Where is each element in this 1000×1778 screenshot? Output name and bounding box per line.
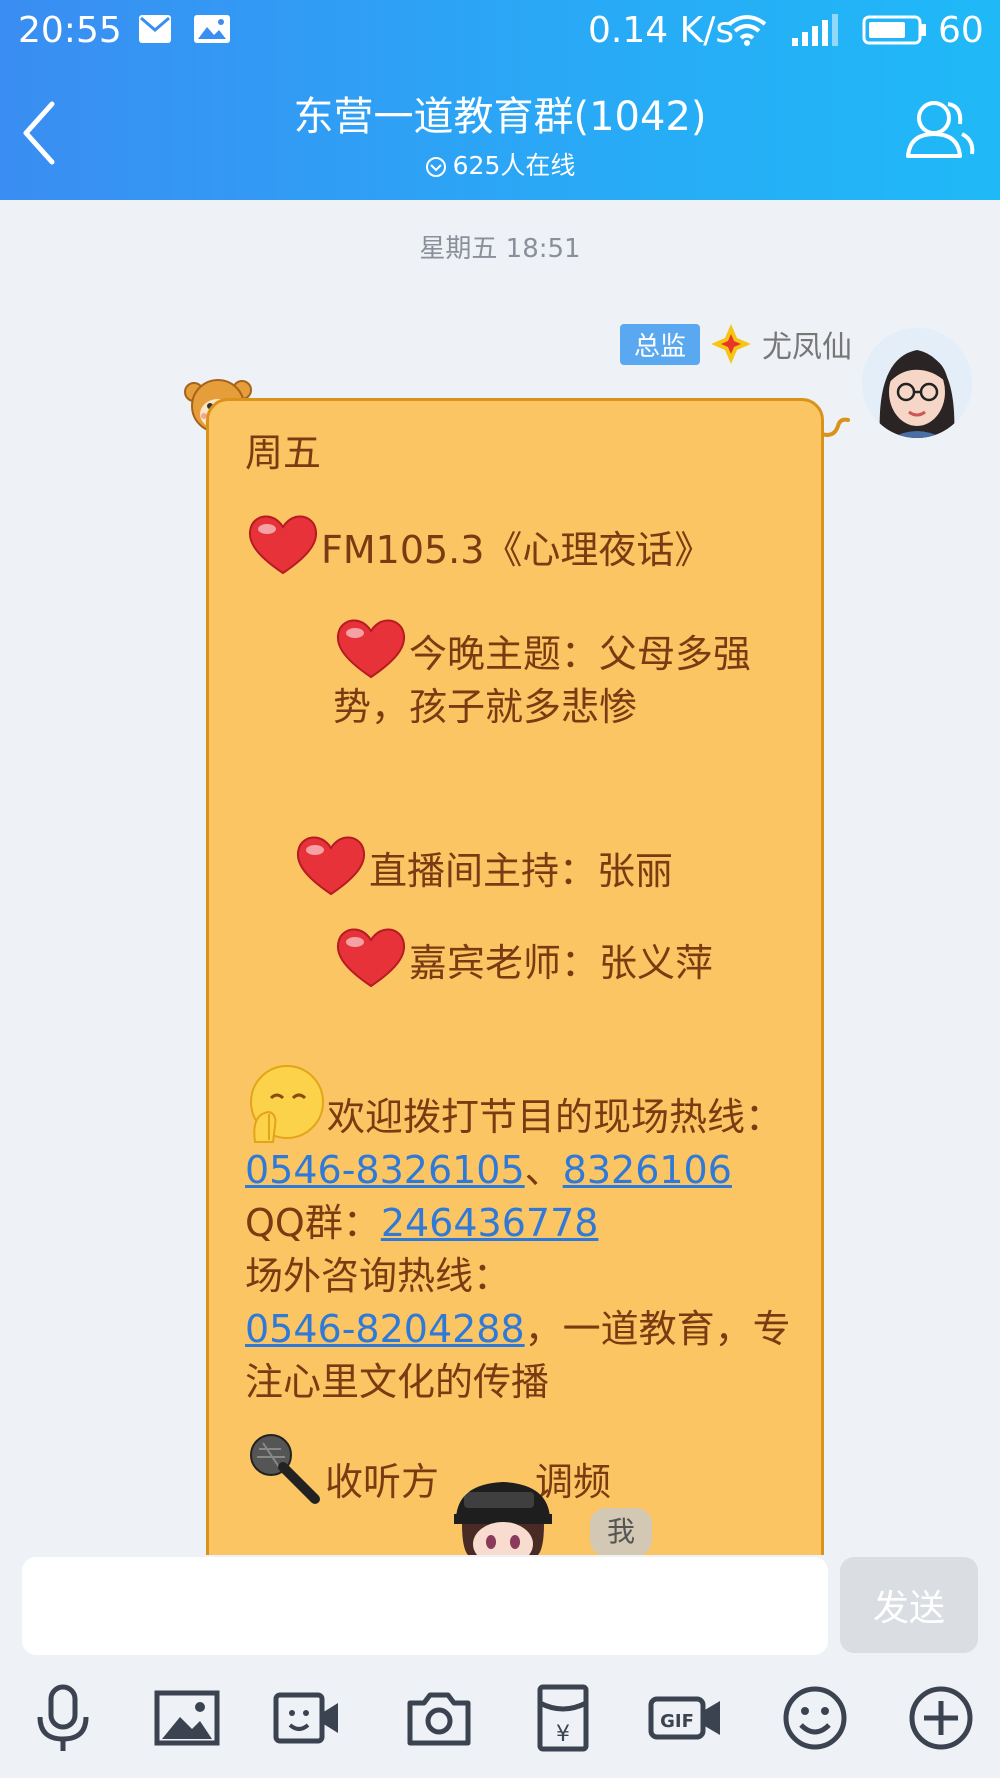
- image-notification-icon: [194, 15, 230, 43]
- message-timestamp: 星期五 18:51: [419, 234, 581, 264]
- heart-icon: [248, 515, 318, 575]
- heart-icon: [336, 619, 406, 679]
- heart-icon: [296, 836, 366, 896]
- message-input[interactable]: [22, 1557, 828, 1655]
- microphone-icon[interactable]: [28, 1683, 98, 1753]
- battery-icon: [862, 15, 926, 45]
- msg-line-guest: 嘉宾老师：张义萍: [245, 926, 795, 990]
- video-icon[interactable]: [272, 1683, 342, 1753]
- role-badge: 总监: [619, 323, 700, 365]
- image-icon[interactable]: [152, 1683, 222, 1753]
- shush-emoji-icon: [250, 1065, 324, 1143]
- svg-text:GIF: GIF: [660, 1711, 694, 1732]
- hotline-separator: 、: [524, 1148, 563, 1192]
- msg-line-host: 直播间主持：张丽: [245, 834, 795, 898]
- group-title: 东营一道教育群(1042): [293, 94, 707, 140]
- listen-text-a: 收听方: [325, 1460, 440, 1504]
- plus-icon[interactable]: [906, 1683, 976, 1753]
- wifi-icon: [727, 15, 767, 46]
- msg-line-consult: 场外咨询热线： 0546-8204288，一道教育，专注心里文化的传播: [245, 1250, 795, 1409]
- chat-area[interactable]: 星期五 18:51 总监 尤凤仙 周五 FM105.3《心理夜话》 今晚主题：父…: [0, 200, 1000, 1555]
- status-bar: 20:55 0.14 K/s 60: [0, 0, 1000, 60]
- guest-text: 嘉宾老师：张义萍: [409, 941, 714, 985]
- status-network-speed: 0.14 K/s: [588, 10, 735, 51]
- rank-star-icon: [711, 324, 751, 364]
- consult-label: 场外咨询热线：: [245, 1254, 512, 1298]
- hotline-link-2[interactable]: 8326106: [563, 1148, 732, 1192]
- hotline-link-1[interactable]: 0546-8326105: [245, 1148, 525, 1192]
- welcome-text: 欢迎拨打节目的现场热线：: [327, 1095, 784, 1139]
- signal-icon: [792, 14, 838, 46]
- message-bubble[interactable]: 周五 FM105.3《心理夜话》 今晚主题：父母多强势，孩子就多悲惨 直播间主持…: [206, 398, 824, 1555]
- status-time: 20:55: [18, 10, 122, 51]
- online-indicator-icon: [425, 157, 446, 177]
- msg-line-topic-heart: 今晚主题：父母多强势，孩子就多悲惨: [245, 617, 795, 734]
- qq-group-link[interactable]: 246436778: [381, 1201, 599, 1245]
- msg-line-qq: QQ群：246436778: [245, 1197, 795, 1250]
- floating-girl-sticker[interactable]: [448, 1478, 558, 1555]
- red-packet-icon[interactable]: ¥: [528, 1683, 598, 1753]
- station-text: FM105.3《心理夜话》: [321, 528, 713, 572]
- host-text: 直播间主持：张丽: [369, 849, 674, 893]
- sender-info: 总监 尤凤仙: [619, 322, 852, 366]
- svg-text:¥: ¥: [556, 1722, 570, 1747]
- online-count-text: 625人在线: [452, 151, 576, 180]
- battery-percentage: 60: [938, 10, 984, 51]
- sender-name[interactable]: 尤凤仙: [762, 322, 852, 366]
- group-members-icon[interactable]: [904, 94, 976, 166]
- consult-hotline-link[interactable]: 0546-8204288: [245, 1307, 525, 1351]
- heart-icon: [336, 928, 406, 988]
- app-header: 20:55 0.14 K/s 60 东营一道教育群(1042) 625人在线: [0, 0, 1000, 200]
- me-badge[interactable]: 我: [590, 1508, 652, 1555]
- msg-line-welcome: 欢迎拨打节目的现场热线： 0546-8326105、8326106: [245, 1062, 795, 1197]
- camera-icon[interactable]: [404, 1683, 474, 1753]
- sender-avatar[interactable]: [862, 328, 972, 438]
- msg-line-station: FM105.3《心理夜话》: [245, 513, 795, 577]
- bubble-tail-decoration: [820, 417, 850, 437]
- microphone-emoji-icon: [250, 1434, 320, 1504]
- qq-label: QQ群：: [245, 1201, 381, 1245]
- send-button[interactable]: 发送: [840, 1557, 978, 1653]
- msg-line-day: 周五: [245, 431, 322, 475]
- online-count: 625人在线: [0, 146, 1000, 182]
- mail-notification-icon: [139, 15, 171, 43]
- input-bar: 发送 ¥ GIF: [0, 1555, 1000, 1778]
- gif-icon[interactable]: GIF: [648, 1683, 724, 1753]
- emoji-icon[interactable]: [780, 1683, 850, 1753]
